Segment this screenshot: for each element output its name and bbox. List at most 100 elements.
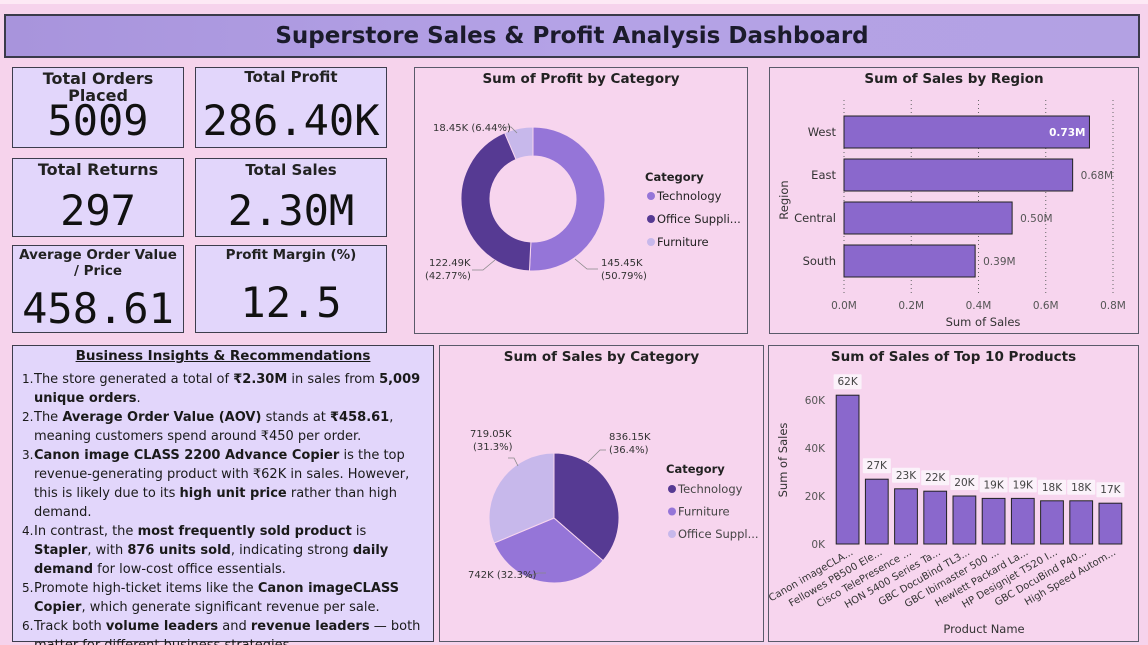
y-tick-label: 0K xyxy=(811,539,826,551)
insight-segment: stands at xyxy=(261,410,331,425)
bar-product xyxy=(952,495,977,545)
top-strip xyxy=(0,0,1148,4)
kpi-label: Total Profit xyxy=(244,68,338,86)
bar-product xyxy=(923,490,948,545)
data-label: (31.3%) xyxy=(473,442,513,453)
bar-product xyxy=(1010,497,1035,545)
kpi-value: 12.5 xyxy=(240,278,342,327)
legend-label: Technology xyxy=(677,482,743,496)
data-label: 18K xyxy=(1042,482,1063,494)
kpi-value: 2.30M xyxy=(227,186,355,235)
data-label: 0.68M xyxy=(1081,170,1113,182)
insight-number: 2. xyxy=(22,410,34,424)
insight-segment: In contrast, the xyxy=(34,524,138,539)
insight-item: 3. Canon image CLASS 2200 Advance Copier … xyxy=(22,446,425,522)
kpi-average-order-value[interactable]: Average Order Value / Price 458.61 xyxy=(12,245,184,333)
x-tick-label: 0.2M xyxy=(898,300,924,312)
kpi-total-sales[interactable]: Total Sales 2.30M xyxy=(195,158,387,237)
legend-marker xyxy=(647,192,655,200)
insight-segment: . xyxy=(136,391,141,406)
insight-number: 3. xyxy=(22,448,34,462)
kpi-total-profit[interactable]: Total Profit 286.40K xyxy=(195,67,387,148)
insight-emphasis: Canon image CLASS 2200 Advance Copier xyxy=(34,448,340,463)
insight-emphasis: 876 units sold xyxy=(127,543,231,558)
data-label: 19K xyxy=(1013,479,1034,491)
insight-segment: , indicating strong xyxy=(230,543,353,558)
insight-segment: The store generated a total of xyxy=(34,372,234,387)
top-products-chart: 0K20K40K60K62KCanon imageCLA...27KFellow… xyxy=(769,374,1125,636)
data-label: 719.05K xyxy=(470,429,512,440)
sales-by-region-panel[interactable]: Sum of Sales by Region 0.0M 0.2M 0.4M 0.6M 0… xyxy=(769,67,1139,334)
kpi-label: Total Sales xyxy=(245,161,337,179)
y-tick-label: 20K xyxy=(805,491,826,503)
data-label: 19K xyxy=(983,479,1004,491)
data-label: 27K xyxy=(867,460,888,472)
insight-emphasis: ₹2.30M xyxy=(233,372,288,387)
insight-emphasis: most frequently sold product xyxy=(137,524,352,539)
kpi-value: 297 xyxy=(60,186,136,235)
data-label: 742K (32.3%) xyxy=(468,570,536,581)
profit-by-category-panel[interactable]: Sum of Profit by Category 145.45K (50.79%… xyxy=(414,67,748,334)
y-tick-label: Central xyxy=(794,211,836,225)
legend-marker xyxy=(668,507,676,516)
y-axis-title: Sum of Sales xyxy=(776,423,790,498)
insight-segment: Promote high-ticket items like the xyxy=(34,581,258,596)
x-tick-label: 0.4M xyxy=(966,300,992,312)
x-axis-title: Product Name xyxy=(943,622,1024,636)
legend-label: Furniture xyxy=(678,505,730,519)
y-tick-label: 40K xyxy=(805,443,826,455)
chart-title: Sum of Sales by Category xyxy=(503,349,700,365)
kpi-value: 286.40K xyxy=(202,96,380,145)
y-tick-label: West xyxy=(808,125,837,139)
insight-emphasis: volume leaders xyxy=(105,619,219,634)
profit-by-category-chart: 145.45K (50.79%) 122.49K (42.77%) 18.45K (6.… xyxy=(425,123,741,282)
legend-title: Category xyxy=(645,170,704,184)
data-label: 122.49K xyxy=(429,258,471,269)
insight-text: In contrast, the most frequently sold pr… xyxy=(34,522,425,579)
insight-segment: is xyxy=(351,524,367,539)
legend-marker xyxy=(668,530,676,538)
insight-number: 6. xyxy=(22,619,34,633)
bar-product xyxy=(894,488,918,545)
data-label: (42.77%) xyxy=(425,271,471,282)
insight-item: 2. The Average Order Value (AOV) stands a… xyxy=(22,408,425,446)
insight-segment: , which generate significant revenue per… xyxy=(81,600,380,615)
legend-marker xyxy=(668,485,676,493)
insight-text: The Average Order Value (AOV) stands at … xyxy=(34,408,425,446)
top-products-panel[interactable]: Sum of Sales of Top 10 Products 0K 20K 40K… xyxy=(768,345,1139,642)
insight-text: The store generated a total of ₹2.30M in… xyxy=(34,370,425,408)
data-label: 22K xyxy=(925,472,946,484)
dashboard-title-bar: Superstore Sales & Profit Analysis Dashb… xyxy=(4,14,1140,58)
kpi-label: Average Order Value / Price xyxy=(19,247,177,279)
data-label: 17K xyxy=(1100,484,1121,496)
kpi-value: 458.61 xyxy=(22,284,174,333)
dashboard-title: Superstore Sales & Profit Analysis Dashb… xyxy=(275,23,869,49)
data-label: 18K xyxy=(1071,482,1092,494)
data-label: (36.4%) xyxy=(609,445,649,456)
kpi-value: 5009 xyxy=(47,96,149,145)
x-axis-title: Sum of Sales xyxy=(946,315,1021,329)
bar-product xyxy=(1069,500,1094,545)
insight-segment: and xyxy=(218,619,251,634)
chart-title: Sum of Sales of Top 10 Products xyxy=(830,349,1077,365)
kpi-total-orders[interactable]: Total Orders Placed 5009 xyxy=(12,67,184,148)
y-tick-label: South xyxy=(803,254,836,268)
insight-emphasis: Average Order Value (AOV) xyxy=(62,410,262,425)
insight-number: 1. xyxy=(22,372,34,386)
kpi-total-returns[interactable]: Total Returns 297 xyxy=(12,158,184,237)
data-label: 23K xyxy=(896,470,917,482)
legend-marker xyxy=(647,215,655,223)
insight-segment: Track both xyxy=(34,619,106,634)
data-label: 145.45K xyxy=(601,258,643,269)
bar-product xyxy=(1098,502,1123,545)
y-axis-title: Region xyxy=(777,180,791,219)
sales-by-category-panel[interactable]: Sum of Sales by Category 836.15K (36.4%) 7… xyxy=(439,345,764,642)
kpi-profit-margin[interactable]: Profit Margin (%) 12.5 xyxy=(195,245,387,333)
y-tick-label: East xyxy=(811,168,836,182)
legend-marker xyxy=(647,238,655,246)
insight-text: Track both volume leaders and revenue le… xyxy=(34,617,425,645)
data-label: 0.50M xyxy=(1020,213,1052,225)
insight-emphasis: ₹458.61 xyxy=(330,410,390,425)
data-label: 62K xyxy=(837,376,858,388)
insight-segment: The xyxy=(34,410,63,425)
